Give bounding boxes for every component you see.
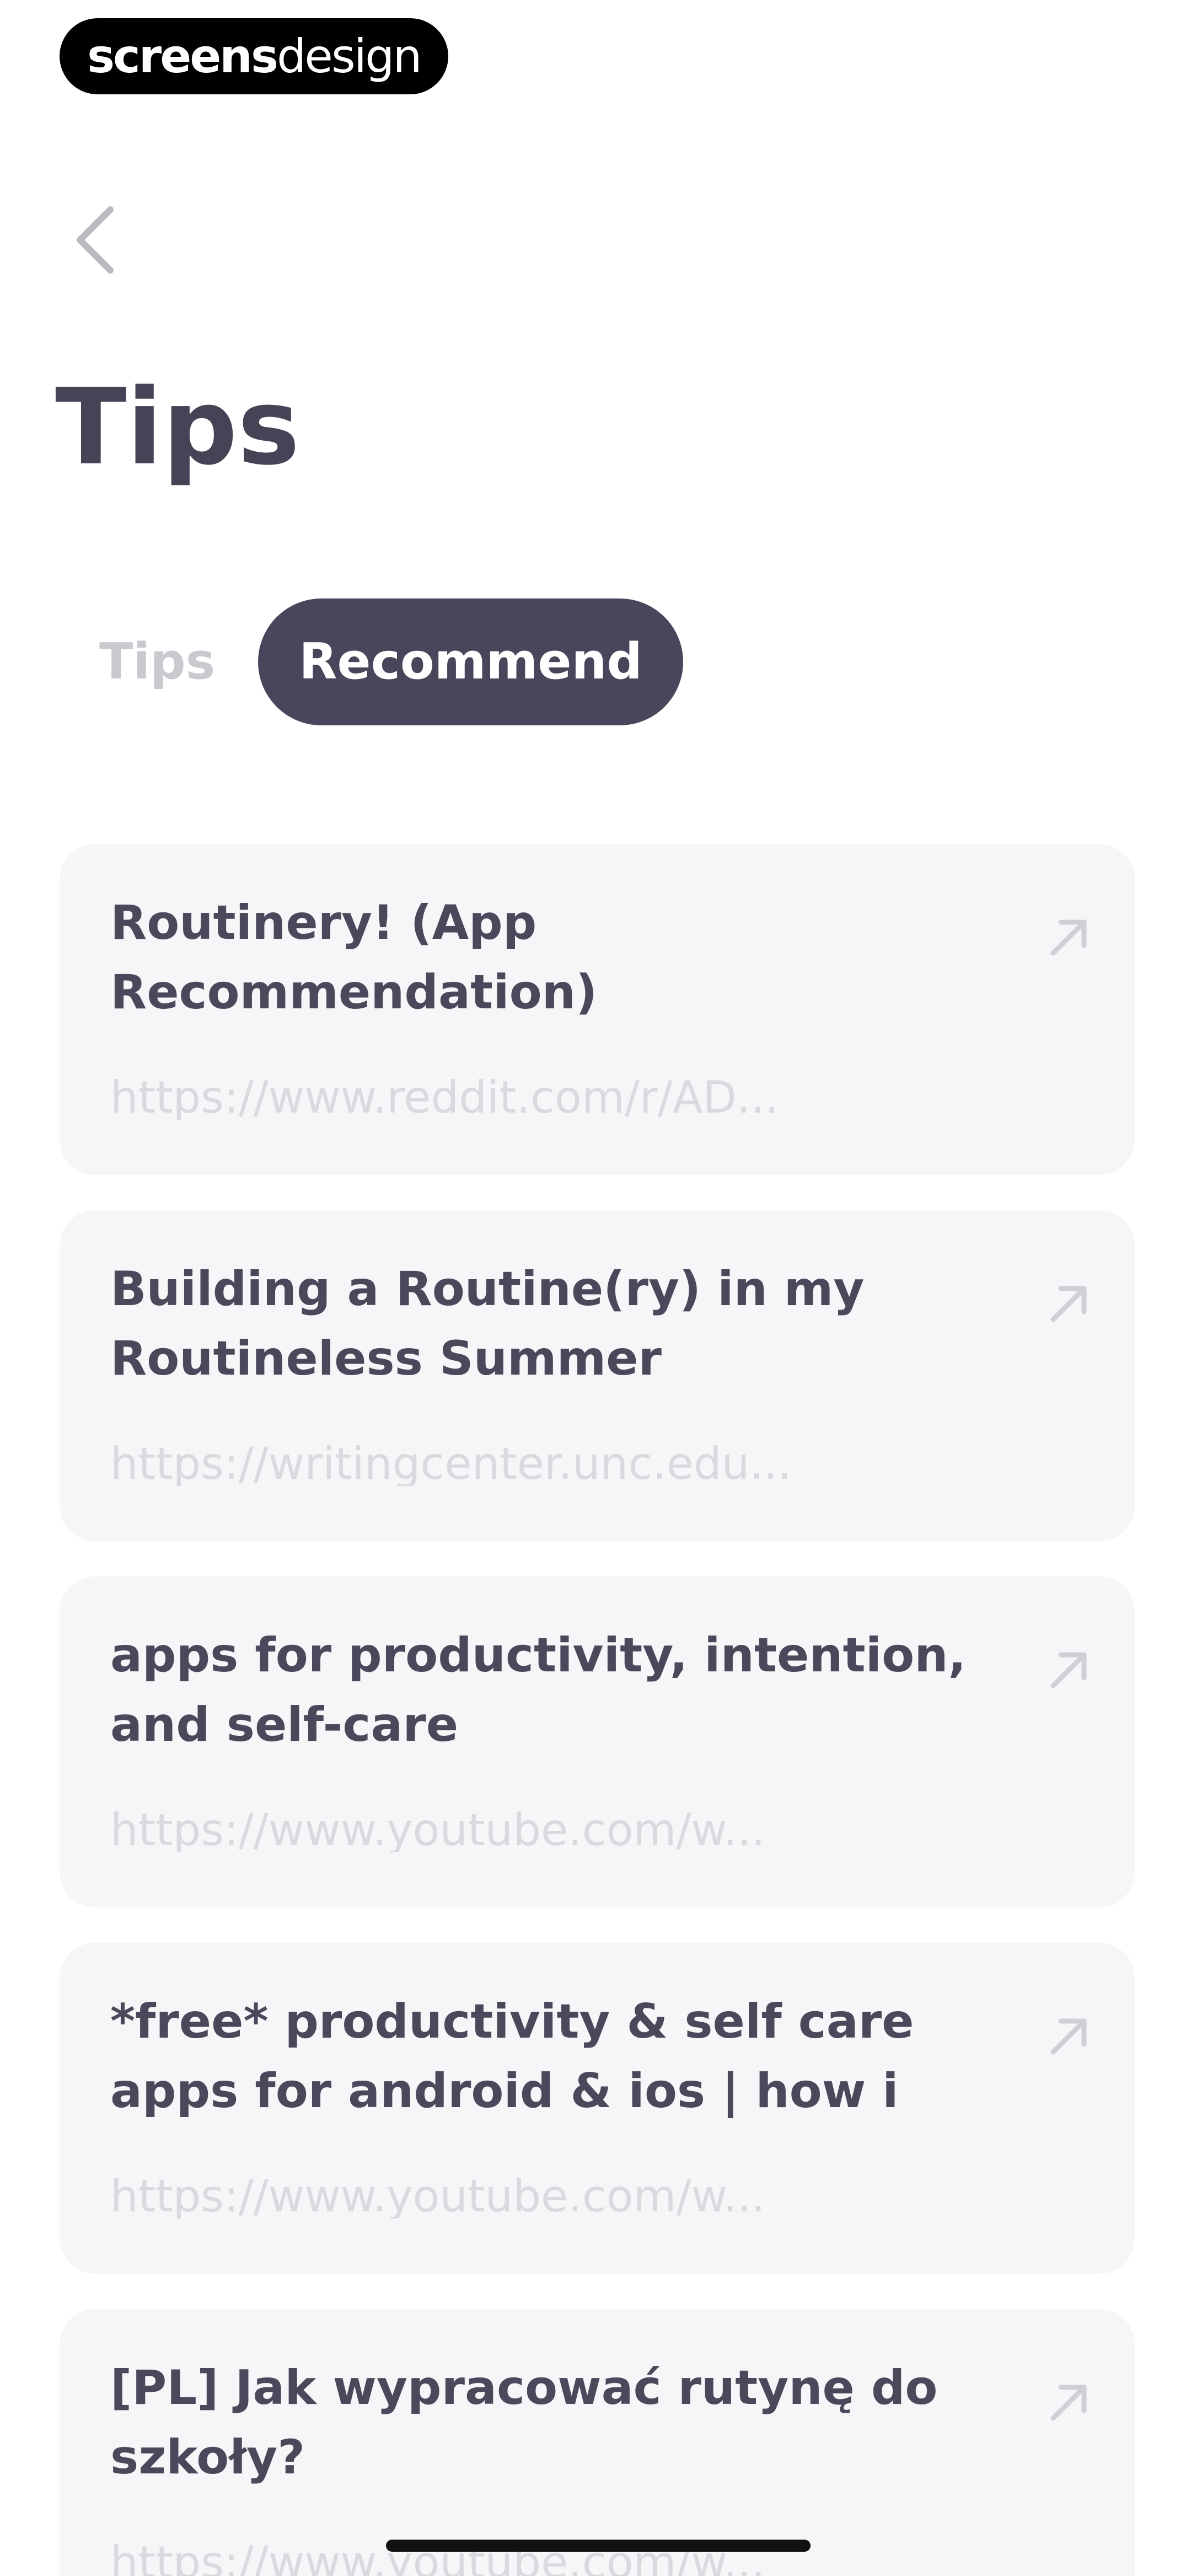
list-item-title: apps for productivity, intention, and se… [110, 1628, 967, 1752]
screensdesign-watermark: screens design [60, 18, 448, 94]
tab-bar: Tips Recommend [99, 598, 683, 725]
list-item-url: https://www.youtube.com/w... [110, 1808, 765, 1852]
list-item-url: https://www.reddit.com/r/AD... [110, 1076, 779, 1120]
list-item-url: https://www.youtube.com/w... [110, 2174, 765, 2219]
back-button[interactable] [66, 199, 132, 281]
page-title: Tips [55, 366, 300, 488]
list-item[interactable]: Routinery! (App Recommendation) https://… [60, 844, 1135, 1175]
tab-tips[interactable]: Tips [99, 637, 215, 687]
list-item-title: [PL] Jak wypracować rutynę do szkoły? [110, 2360, 938, 2485]
tab-recommend[interactable]: Recommend [258, 598, 683, 725]
arrow-up-right-icon[interactable] [1041, 910, 1096, 965]
list-item[interactable]: Building a Routine(ry) in my Routineless… [60, 1210, 1135, 1541]
list-item[interactable]: *free* productivity & self care apps for… [60, 1943, 1135, 2274]
list-item[interactable]: [PL] Jak wypracować rutynę do szkoły? ht… [60, 2309, 1135, 2576]
list-item-title: *free* productivity & self care apps for… [110, 1994, 914, 2119]
chevron-left-icon [77, 206, 114, 274]
arrow-up-right-icon[interactable] [1041, 2375, 1096, 2430]
list-item-url: https://writingcenter.unc.edu... [110, 1442, 792, 1486]
recommendation-list: Routinery! (App Recommendation) https://… [60, 844, 1135, 2576]
list-item-title: Routinery! (App Recommendation) [110, 895, 598, 1020]
arrow-up-right-icon[interactable] [1041, 2009, 1096, 2064]
list-item[interactable]: apps for productivity, intention, and se… [60, 1576, 1135, 1907]
watermark-part-2: design [276, 29, 422, 83]
list-item-title: Building a Routine(ry) in my Routineless… [110, 1262, 865, 1386]
home-indicator[interactable] [386, 2540, 811, 2552]
arrow-up-right-icon[interactable] [1041, 1643, 1096, 1698]
arrow-up-right-icon[interactable] [1041, 1276, 1096, 1332]
watermark-part-1: screens [87, 29, 278, 83]
